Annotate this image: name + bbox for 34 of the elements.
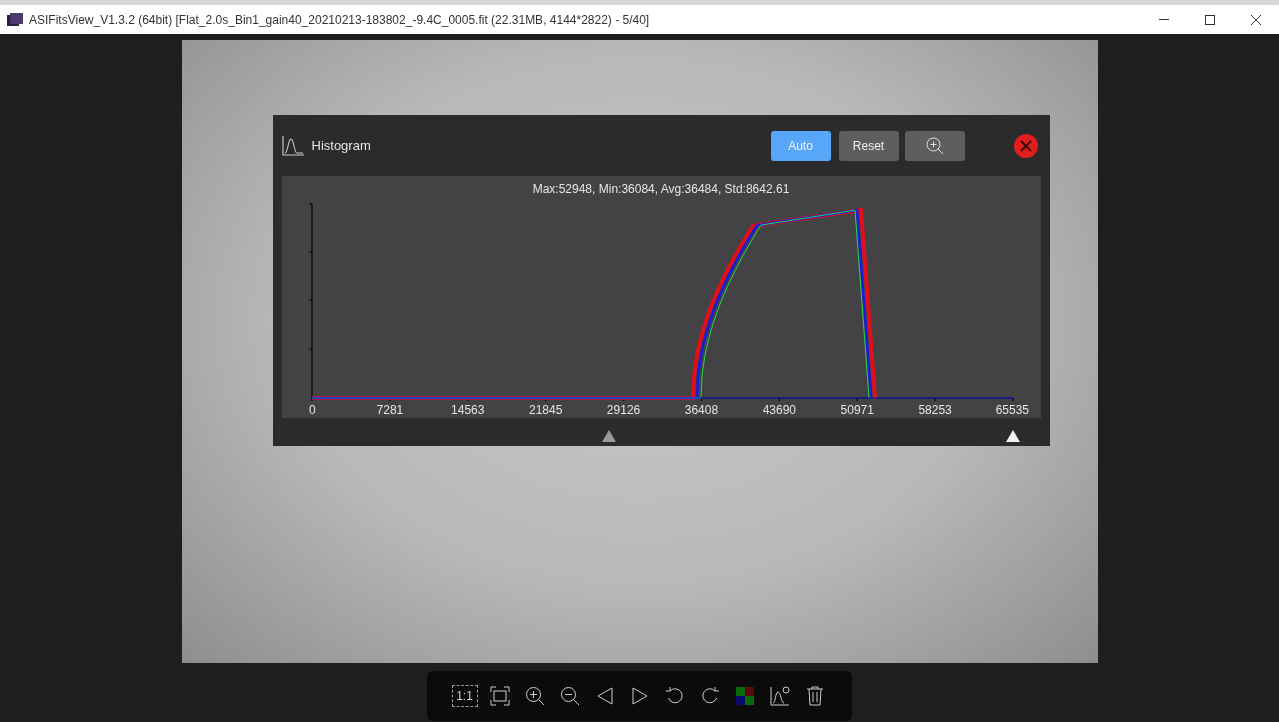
histogram-stats: Max:52948, Min:36084, Avg:36484, Std:8642.61 — [532, 182, 789, 196]
histogram-icon — [281, 135, 304, 156]
panel-title: Histogram — [311, 136, 371, 155]
actual-size-button[interactable]: 1:1 — [451, 685, 478, 707]
tick-label: 0 — [308, 403, 316, 417]
zoom-in-icon — [925, 136, 944, 155]
window-title: ASIFitsView_V1.3.2 (64bit) [Flat_2.0s_Bin1_gain40_20210213-183802_-9.4C_0005.fit (22.31MB, 4144*2822) - 5/40] — [29, 11, 650, 29]
tick-label: 58253 — [917, 403, 952, 417]
histogram-icon[interactable] — [769, 686, 790, 706]
tick-label: 36408 — [684, 403, 718, 417]
trash-icon[interactable] — [804, 686, 825, 706]
tick-label: 21845 — [528, 403, 562, 417]
close-icon — [1251, 14, 1261, 25]
zoom-in-icon[interactable] — [524, 686, 545, 706]
minimize-icon — [1159, 19, 1169, 20]
maximize-icon — [1205, 14, 1215, 25]
close-icon[interactable] — [1013, 133, 1038, 158]
rotate-left-icon[interactable] — [664, 686, 685, 706]
tick-label: 29126 — [606, 403, 640, 417]
histogram-button[interactable]: Reset — [838, 130, 899, 161]
tick-label: 7281 — [376, 403, 403, 417]
slider-handle[interactable] — [602, 430, 617, 442]
app-icon — [7, 12, 23, 27]
tick-label: 14563 — [450, 403, 484, 417]
next-icon[interactable] — [629, 686, 650, 706]
slider-handle[interactable] — [1005, 430, 1020, 442]
fit-screen-icon[interactable] — [489, 686, 510, 706]
rotate-right-icon[interactable] — [699, 686, 720, 706]
tick-label: 43690 — [762, 403, 796, 417]
tick-label: 65535 — [995, 403, 1029, 417]
color-grid-icon[interactable] — [734, 686, 755, 706]
zoom-button[interactable] — [904, 130, 965, 161]
tick-label: 50971 — [840, 403, 874, 417]
zoom-out-icon[interactable] — [559, 686, 580, 706]
